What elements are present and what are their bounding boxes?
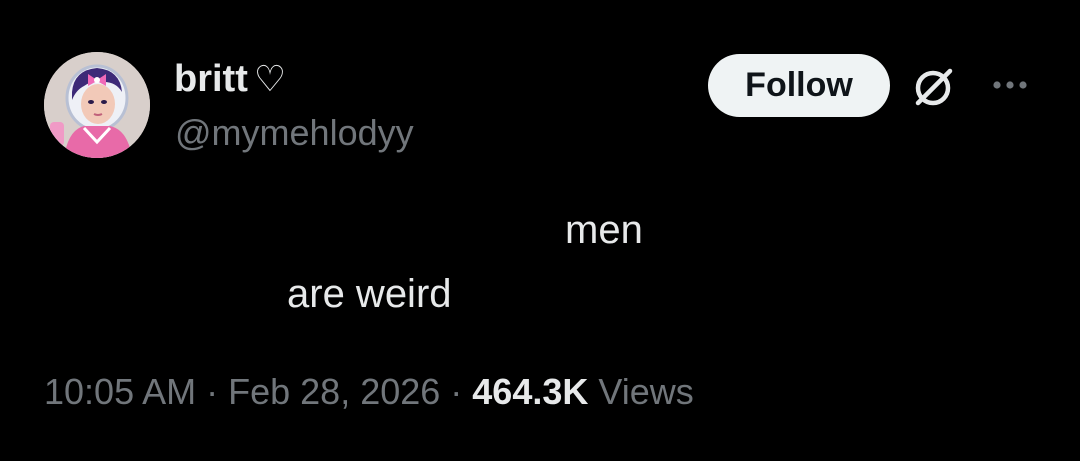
display-name-text: britt (174, 58, 248, 100)
meta-separator: · (440, 371, 473, 412)
tweet-meta: 10:05 AM · Feb 28, 2026 · 464.3K Views (44, 370, 694, 414)
user-handle[interactable]: @mymehlodyy (175, 112, 414, 154)
tweet-text-line-2: are weird (287, 272, 452, 316)
grok-icon[interactable] (910, 63, 958, 111)
display-name[interactable]: britt ♡ (174, 57, 286, 101)
profile-avatar-character-icon (44, 52, 150, 158)
avatar[interactable] (44, 52, 150, 158)
follow-button[interactable]: Follow (708, 54, 890, 117)
heart-outline-icon: ♡ (253, 58, 287, 99)
meta-separator: · (196, 371, 229, 412)
tweet-time[interactable]: 10:05 AM (44, 371, 196, 412)
views-count[interactable]: 464.3K (472, 371, 588, 412)
tweet-date[interactable]: Feb 28, 2026 (228, 371, 440, 412)
tweet-text-line-1: men (565, 208, 643, 252)
more-options-icon[interactable] (990, 70, 1034, 100)
views-label: Views (598, 371, 694, 412)
tweet-card: britt ♡ @mymehlodyy Follow men are weird … (0, 0, 1080, 461)
